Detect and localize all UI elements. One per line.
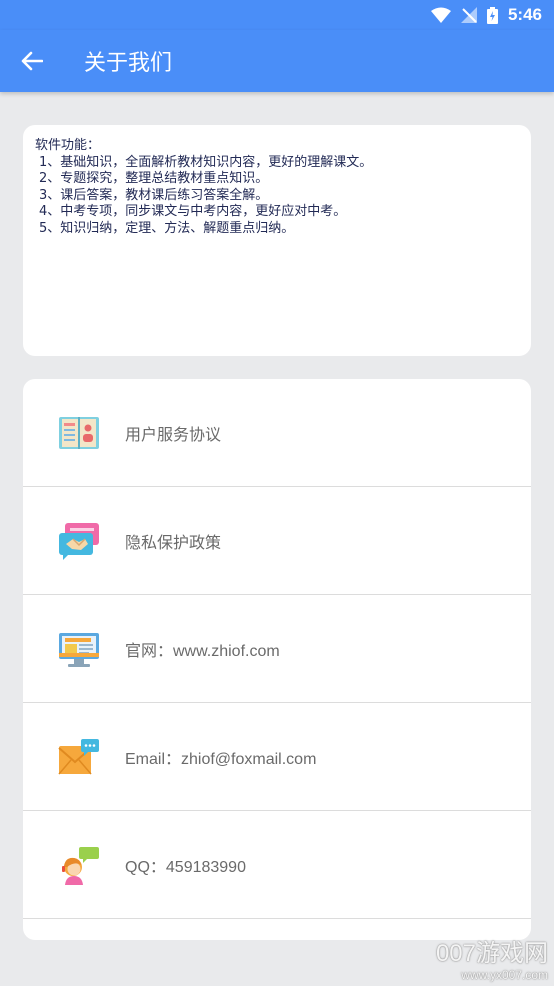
status-bar: 5:46 bbox=[0, 0, 554, 30]
app-bar: 关于我们 bbox=[0, 30, 554, 92]
computer-icon bbox=[57, 627, 101, 671]
feature-item: 3、课后答案，教材课后练习答案全解。 bbox=[39, 187, 269, 203]
row-label: QQ：459183990 bbox=[125, 858, 246, 876]
page-title: 关于我们 bbox=[84, 51, 173, 76]
feature-item: 4、中考专项，同步课文与中考内容，更好应对中考。 bbox=[39, 204, 347, 219]
back-button[interactable] bbox=[0, 30, 64, 92]
row-label: Email：zhiof@foxmail.com bbox=[125, 750, 317, 768]
privacy-policy-row[interactable]: 隐私保护政策 bbox=[23, 487, 531, 595]
feature-item: 2、专题探究，整理总结教材重点知识。 bbox=[39, 171, 269, 186]
watermark-url: www.yx007.com bbox=[461, 968, 548, 982]
handshake-icon bbox=[57, 519, 101, 563]
links-card: 用户服务协议 隐私保护政策 官网：www.zhiof.com Email：zhi… bbox=[23, 379, 531, 940]
row-label: 用户服务协议 bbox=[125, 426, 222, 444]
row-label: 官网：www.zhiof.com bbox=[125, 642, 280, 660]
watermark: 007游戏网 www.yx007.com bbox=[436, 933, 548, 982]
website-row[interactable]: 官网：www.zhiof.com bbox=[23, 595, 531, 703]
book-icon bbox=[57, 411, 101, 455]
arrow-left-icon bbox=[21, 51, 43, 71]
row-label: 隐私保护政策 bbox=[125, 534, 222, 552]
features-card: 软件功能： 1、基础知识，全面解析教材知识内容，更好的理解课文。 2、专题探究，… bbox=[23, 125, 531, 356]
no-signal-icon bbox=[460, 7, 477, 23]
user-agreement-row[interactable]: 用户服务协议 bbox=[23, 379, 531, 487]
clock: 5:46 bbox=[507, 5, 542, 24]
email-row[interactable]: Email：zhiof@foxmail.com bbox=[23, 703, 531, 811]
features-heading: 软件功能： bbox=[35, 138, 101, 153]
envelope-icon bbox=[57, 735, 101, 779]
battery-charging-icon bbox=[486, 6, 498, 24]
qq-row[interactable]: QQ：459183990 bbox=[23, 811, 531, 919]
feature-item: 5、知识归纳，定理、方法、解题重点归纳。 bbox=[39, 220, 295, 236]
wifi-icon bbox=[430, 7, 451, 23]
watermark-logo-text: 007游戏网 bbox=[435, 940, 548, 967]
chat-person-icon bbox=[57, 843, 101, 887]
feature-item: 1、基础知识，全面解析教材知识内容，更好的理解课文。 bbox=[39, 154, 373, 170]
